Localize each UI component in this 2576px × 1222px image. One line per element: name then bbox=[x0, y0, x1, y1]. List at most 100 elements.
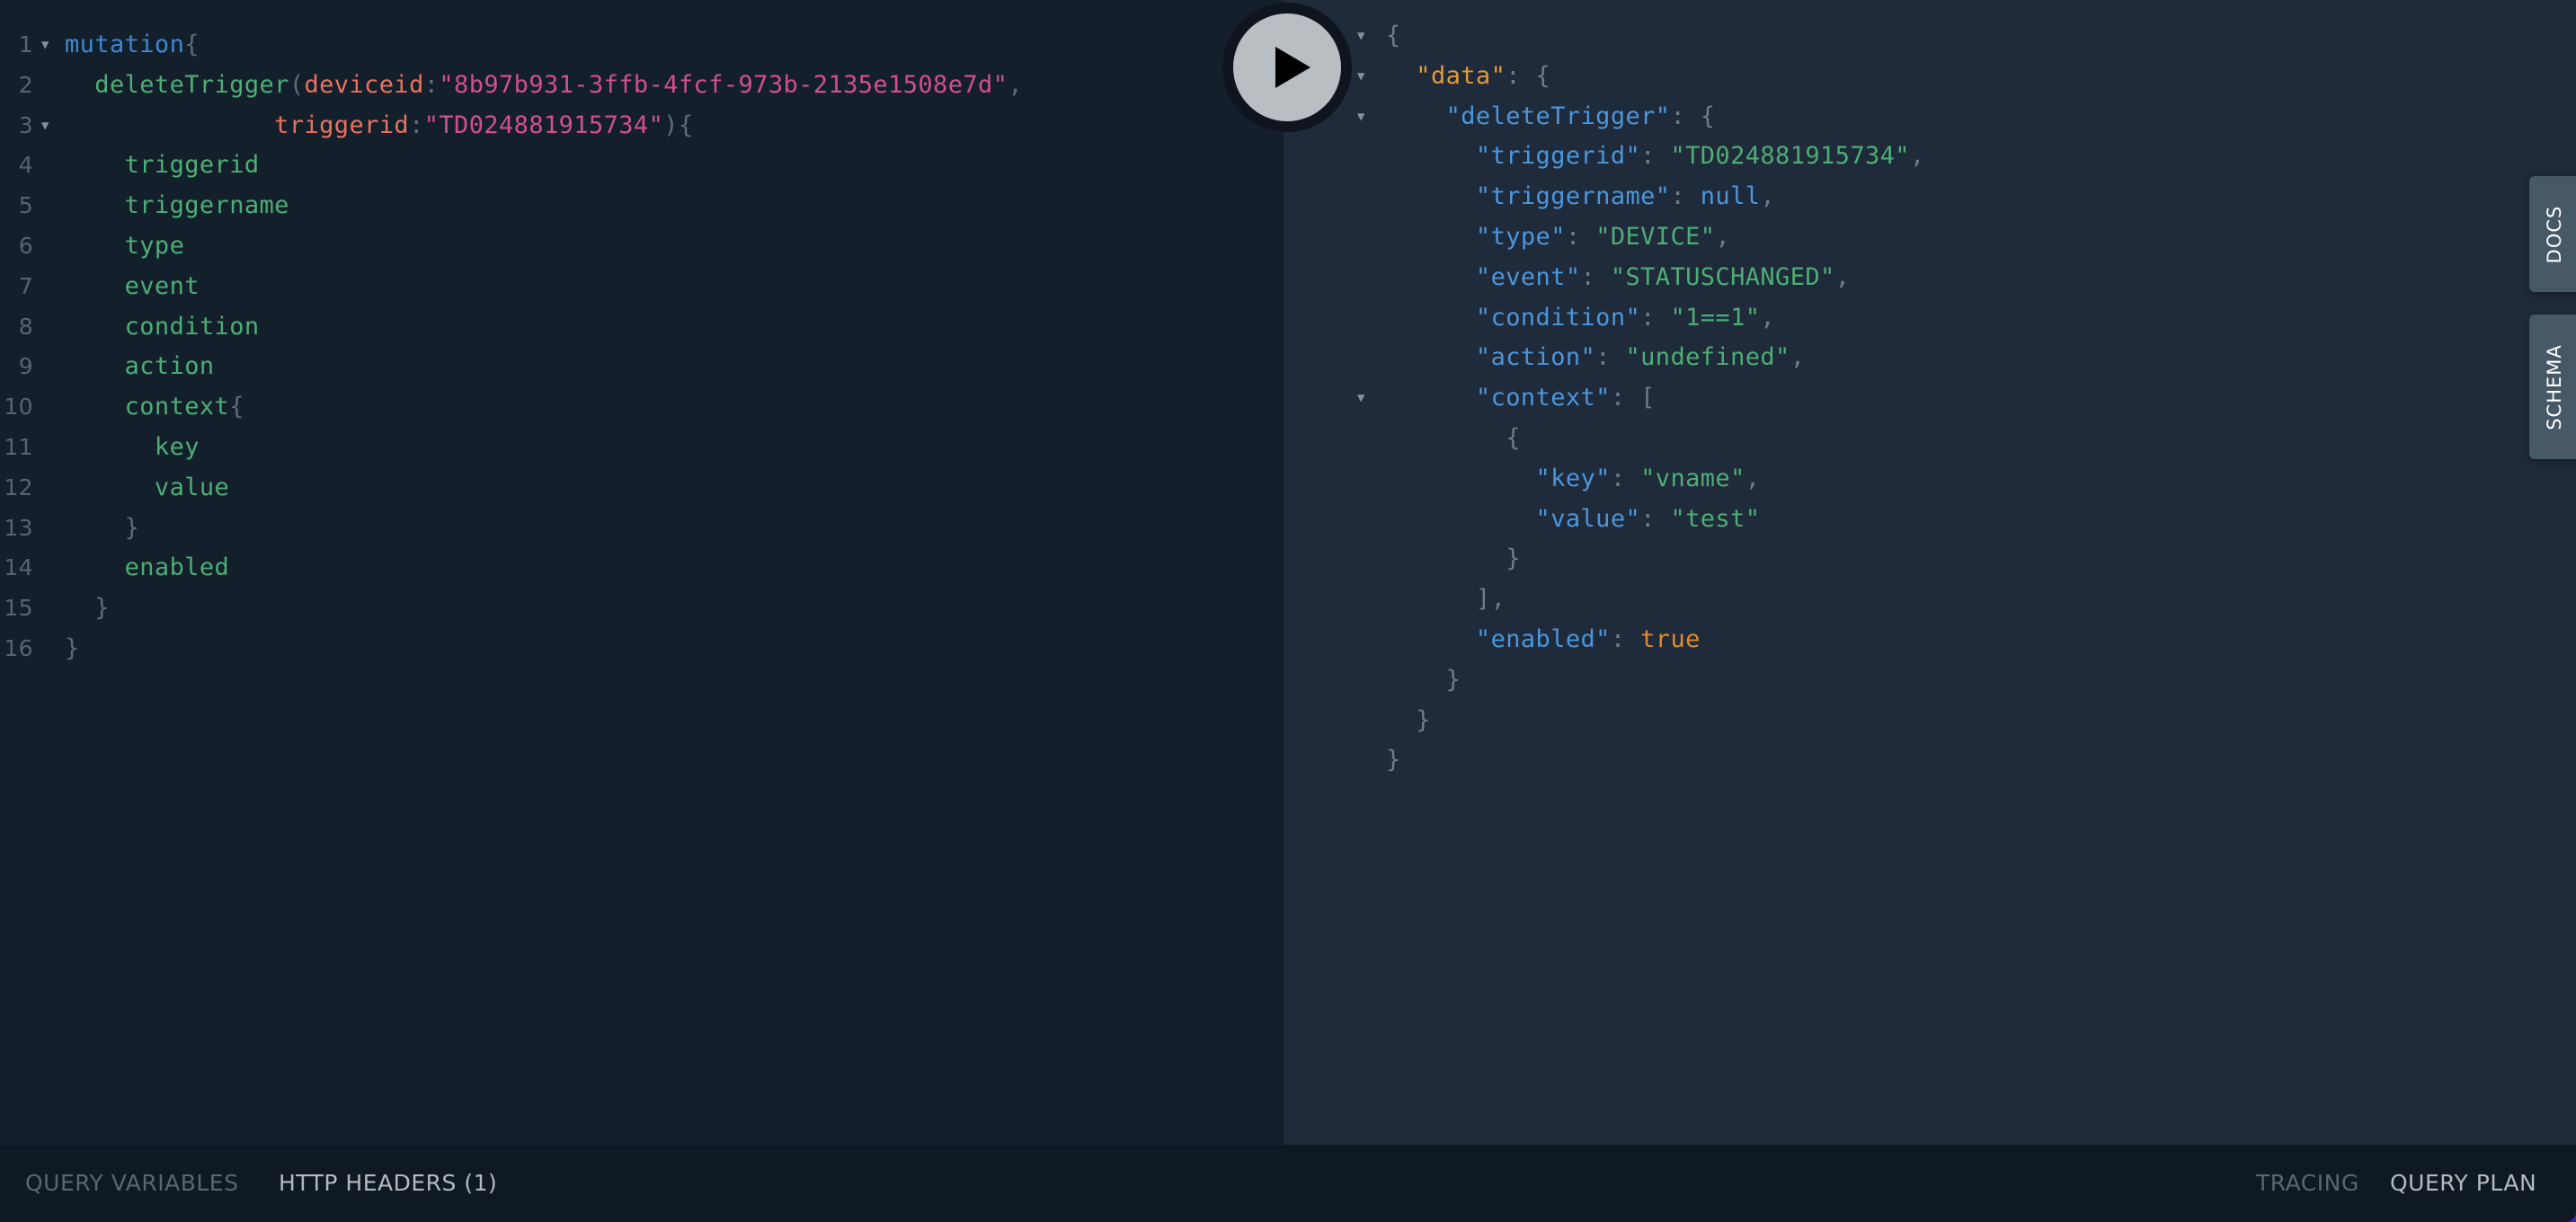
json-text: { bbox=[1386, 419, 1521, 459]
query-variables-tab[interactable]: QUERY VARIABLES bbox=[25, 1170, 238, 1196]
code-text: context{ bbox=[65, 387, 244, 428]
code-token: : bbox=[423, 70, 440, 99]
json-token: "STATUSCHANGED" bbox=[1610, 262, 1835, 291]
json-token: "context" bbox=[1386, 384, 1611, 412]
json-token: "vname" bbox=[1640, 464, 1745, 492]
code-text: } bbox=[65, 629, 80, 669]
json-token: "deleteTrigger" bbox=[1386, 102, 1671, 130]
json-token: : bbox=[1580, 262, 1611, 291]
code-text: } bbox=[65, 509, 139, 549]
json-token: , bbox=[1760, 182, 1776, 211]
fold-toggle-icon[interactable]: ▼ bbox=[1357, 378, 1365, 419]
line-number: 15 bbox=[4, 595, 33, 622]
json-text: "value": "test" bbox=[1386, 500, 1760, 540]
json-token: , bbox=[1745, 464, 1761, 492]
http-headers-tab[interactable]: HTTP HEADERS (1) bbox=[279, 1170, 497, 1196]
json-text: } bbox=[1386, 701, 1431, 741]
json-text: "key": "vname", bbox=[1386, 459, 1760, 500]
json-text: "condition": "1==1", bbox=[1386, 298, 1775, 339]
docs-tab[interactable]: DOCS bbox=[2529, 176, 2576, 292]
code-token: } bbox=[65, 513, 140, 542]
json-token: : bbox=[1610, 464, 1641, 492]
code-token: action bbox=[65, 352, 215, 381]
query-editor[interactable]: 1 ▼ mutation{2 deleteTrigger(deviceid:"8b9… bbox=[0, 0, 1284, 1145]
tracing-tab[interactable]: TRACING bbox=[2256, 1170, 2359, 1196]
code-token: , bbox=[1008, 70, 1023, 99]
code-text: triggername bbox=[65, 186, 289, 226]
line-number: 1 bbox=[18, 31, 33, 58]
code-token: context bbox=[65, 393, 230, 421]
fold-toggle-icon[interactable]: ▼ bbox=[1357, 16, 1365, 57]
json-text: "enabled": true bbox=[1386, 620, 1701, 660]
line-number: 8 bbox=[18, 313, 33, 340]
run-query-button[interactable] bbox=[1222, 3, 1352, 132]
json-token: "key" bbox=[1386, 464, 1611, 492]
code-token: deleteTrigger bbox=[65, 70, 289, 99]
json-token: "type" bbox=[1386, 222, 1566, 251]
line-number: 4 bbox=[18, 152, 33, 179]
line-number: 13 bbox=[4, 514, 33, 541]
code-text: type bbox=[65, 226, 184, 267]
json-token: } bbox=[1386, 705, 1431, 734]
json-token: true bbox=[1640, 624, 1701, 653]
json-token: "triggername" bbox=[1386, 182, 1671, 211]
fold-toggle-icon[interactable]: ▼ bbox=[1357, 57, 1365, 97]
line-number: 7 bbox=[18, 272, 33, 299]
code-token: type bbox=[65, 231, 185, 260]
schema-tab[interactable]: SCHEMA bbox=[2529, 314, 2576, 459]
json-text: "triggername": null, bbox=[1386, 177, 1775, 217]
code-text: triggerid:"TD024881915734"){ bbox=[65, 106, 694, 146]
json-token: "data" bbox=[1386, 61, 1506, 90]
json-token: { bbox=[1386, 22, 1401, 49]
fold-toggle-icon[interactable]: ▼ bbox=[41, 25, 49, 66]
json-text: } bbox=[1386, 740, 1401, 781]
json-token: : bbox=[1610, 624, 1641, 653]
json-text: ], bbox=[1386, 580, 1506, 620]
json-token: null bbox=[1700, 182, 1761, 211]
line-number: 11 bbox=[4, 433, 33, 460]
bottom-bar: QUERY VARIABLES HTTP HEADERS (1) TRACING… bbox=[0, 1145, 2576, 1222]
code-token: event bbox=[65, 271, 200, 300]
code-token: triggerid bbox=[65, 151, 260, 180]
json-token: : { bbox=[1670, 102, 1716, 130]
json-text: "triggerid": "TD024881915734", bbox=[1386, 137, 1925, 177]
json-token: : bbox=[1640, 142, 1671, 171]
code-token: "8b97b931-3ffb-4fcf-973b-2135e1508e7d" bbox=[439, 70, 1008, 99]
json-token: "value" bbox=[1386, 504, 1641, 533]
docs-tab-label: DOCS bbox=[2544, 205, 2565, 263]
code-token: { bbox=[229, 393, 244, 421]
line-number: 12 bbox=[4, 474, 33, 500]
run-button-face[interactable] bbox=[1233, 13, 1341, 121]
code-token: ( bbox=[289, 70, 305, 99]
play-icon bbox=[1275, 47, 1310, 88]
line-number: 9 bbox=[18, 353, 33, 380]
json-token: : bbox=[1670, 182, 1701, 211]
json-text: "data": { bbox=[1386, 57, 1550, 97]
schema-tab-label: SCHEMA bbox=[2544, 343, 2565, 430]
code-token: deviceid bbox=[304, 70, 424, 99]
code-text: deleteTrigger(deviceid:"8b97b931-3ffb-4f… bbox=[65, 66, 1023, 106]
code-token: ){ bbox=[663, 111, 694, 139]
code-text: triggerid bbox=[65, 146, 260, 186]
json-token: : bbox=[1640, 303, 1671, 332]
line-number: 16 bbox=[4, 634, 33, 661]
code-token: : bbox=[409, 111, 424, 139]
json-token: : { bbox=[1506, 61, 1551, 90]
query-plan-tab[interactable]: QUERY PLAN bbox=[2390, 1170, 2536, 1196]
json-token: } bbox=[1386, 665, 1461, 694]
json-text: "context": [ bbox=[1386, 378, 1656, 419]
line-number: 2 bbox=[18, 71, 33, 98]
code-text: key bbox=[65, 428, 200, 468]
json-token: "TD024881915734" bbox=[1670, 142, 1910, 171]
json-token: "test" bbox=[1670, 504, 1761, 533]
fold-toggle-icon[interactable]: ▼ bbox=[41, 106, 49, 146]
code-token: triggerid bbox=[65, 111, 410, 139]
fold-toggle-icon[interactable]: ▼ bbox=[1357, 97, 1365, 137]
code-token: } bbox=[65, 594, 110, 623]
code-token: { bbox=[184, 31, 200, 58]
code-text: event bbox=[65, 267, 200, 307]
json-token: : bbox=[1595, 343, 1626, 372]
json-token: "triggerid" bbox=[1386, 142, 1641, 171]
code-token: key bbox=[65, 432, 200, 461]
json-token: } bbox=[1386, 545, 1521, 573]
